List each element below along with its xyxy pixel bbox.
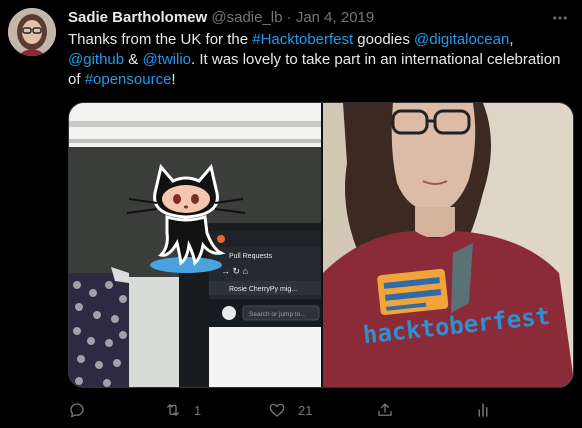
like-button[interactable]: 21 — [268, 396, 312, 424]
person-photo: hacktoberfest — [323, 103, 573, 387]
display-name[interactable]: Sadie Bartholomew — [68, 9, 207, 26]
share-icon — [378, 403, 392, 416]
photo-octocat[interactable]: Pull Requests → ↻ ⌂ Rosie CherryPy mig..… — [69, 103, 321, 387]
action-bar: 1 21 — [60, 396, 530, 424]
user-handle[interactable]: @sadie_lb — [211, 9, 282, 26]
retweet-button[interactable]: 1 — [164, 396, 201, 424]
retweet-count: 1 — [194, 402, 202, 418]
reply-button[interactable] — [68, 396, 98, 424]
reply-icon — [70, 403, 84, 418]
heart-icon — [269, 403, 285, 417]
text-segment: & — [124, 51, 143, 68]
text-segment: , — [509, 31, 514, 48]
avatar[interactable] — [8, 8, 56, 56]
text-segment: Thanks from the UK for the — [68, 31, 253, 48]
github-search-placeholder: Search or jump to... — [249, 311, 306, 318]
text-segment: goodies — [353, 31, 415, 48]
tweet-date[interactable]: Jan 4, 2019 — [296, 9, 374, 26]
mention-digitalocean[interactable]: @digitalocean — [414, 31, 509, 48]
photo-person-shirt[interactable]: hacktoberfest — [323, 103, 573, 387]
separator: · — [286, 9, 292, 26]
mention-github[interactable]: @github — [68, 51, 124, 68]
analytics-button[interactable] — [474, 396, 492, 424]
avatar-photo — [8, 8, 56, 56]
hashtag-hacktoberfest[interactable]: #Hacktoberfest — [252, 31, 353, 48]
text-segment: ! — [171, 71, 176, 88]
retweet-icon — [167, 404, 179, 416]
hashtag-opensource[interactable]: #opensource — [85, 71, 172, 88]
like-count: 21 — [298, 402, 313, 418]
more-horizontal-icon — [553, 16, 567, 20]
browser-tab-label: Pull Requests — [229, 253, 273, 260]
browser-item-label: Rosie CherryPy mig... — [229, 286, 297, 293]
analytics-icon — [478, 403, 488, 417]
tweet-header: Sadie Bartholomew @sadie_lb · Jan 4, 201… — [68, 9, 542, 29]
more-button[interactable] — [548, 6, 572, 30]
tweet-media: Pull Requests → ↻ ⌂ Rosie CherryPy mig..… — [68, 102, 574, 388]
mention-twilio[interactable]: @twilio — [142, 51, 191, 68]
share-button[interactable] — [376, 396, 394, 424]
octocat-photo: Pull Requests → ↻ ⌂ Rosie CherryPy mig..… — [69, 103, 321, 387]
tweet-text: Thanks from the UK for the #Hacktoberfes… — [68, 30, 568, 90]
tweet[interactable]: Sadie Bartholomew @sadie_lb · Jan 4, 201… — [0, 0, 582, 428]
svg-text:→ ↻ ⌂: → ↻ ⌂ — [221, 266, 248, 276]
